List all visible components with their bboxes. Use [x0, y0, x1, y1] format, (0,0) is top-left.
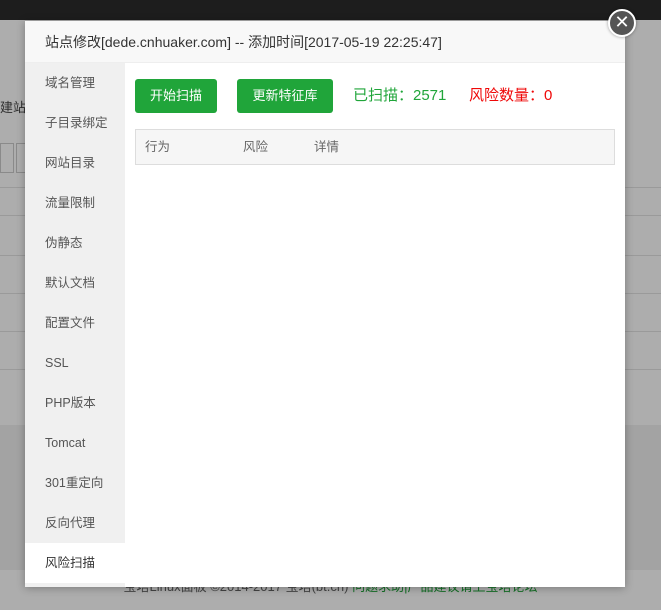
risk-count: 风险数量：0	[469, 87, 553, 104]
table-header: 行为 风险 详情	[136, 130, 614, 164]
site-edit-modal: 站点修改[dede.cnhuaker.com] -- 添加时间[2017-05-…	[25, 21, 625, 587]
scanned-count: 已扫描：2571	[353, 87, 447, 104]
modal-sidebar: 域名管理 子目录绑定 网站目录 流量限制 伪静态 默认文档 配置文件 SSL P…	[25, 63, 125, 587]
risk-table: 行为 风险 详情	[135, 129, 615, 165]
sidebar-item-config-file[interactable]: 配置文件	[25, 303, 125, 343]
sidebar-item-subdir-binding[interactable]: 子目录绑定	[25, 103, 125, 143]
start-scan-button[interactable]: 开始扫描	[135, 79, 217, 113]
sidebar-item-traffic-limit[interactable]: 流量限制	[25, 183, 125, 223]
sidebar-item-rewrite[interactable]: 伪静态	[25, 223, 125, 263]
sidebar-item-ssl[interactable]: SSL	[25, 343, 125, 383]
sidebar-item-reverse-proxy[interactable]: 反向代理	[25, 503, 125, 543]
sidebar-item-default-doc[interactable]: 默认文档	[25, 263, 125, 303]
sidebar-item-risk-scan[interactable]: 风险扫描	[25, 543, 125, 583]
sidebar-item-php-version[interactable]: PHP版本	[25, 383, 125, 423]
scan-toolbar: 开始扫描 更新特征库 已扫描：2571 风险数量：0	[135, 79, 615, 113]
sidebar-item-site-directory[interactable]: 网站目录	[25, 143, 125, 183]
modal-title: 站点修改[dede.cnhuaker.com] -- 添加时间[2017-05-…	[25, 21, 625, 63]
column-header-risk: 风险	[243, 140, 269, 154]
column-header-action: 行为	[145, 140, 171, 154]
close-icon[interactable]: ✕	[608, 9, 636, 37]
sidebar-item-domain[interactable]: 域名管理	[25, 63, 125, 103]
risk-scan-panel: 开始扫描 更新特征库 已扫描：2571 风险数量：0 行为 风险 详情	[135, 63, 625, 587]
modal-body: 域名管理 子目录绑定 网站目录 流量限制 伪静态 默认文档 配置文件 SSL P…	[25, 63, 625, 587]
sidebar-item-tomcat[interactable]: Tomcat	[25, 423, 125, 463]
sidebar-item-redirect-301[interactable]: 301重定向	[25, 463, 125, 503]
column-header-detail: 详情	[314, 140, 340, 154]
update-signatures-button[interactable]: 更新特征库	[237, 79, 333, 113]
